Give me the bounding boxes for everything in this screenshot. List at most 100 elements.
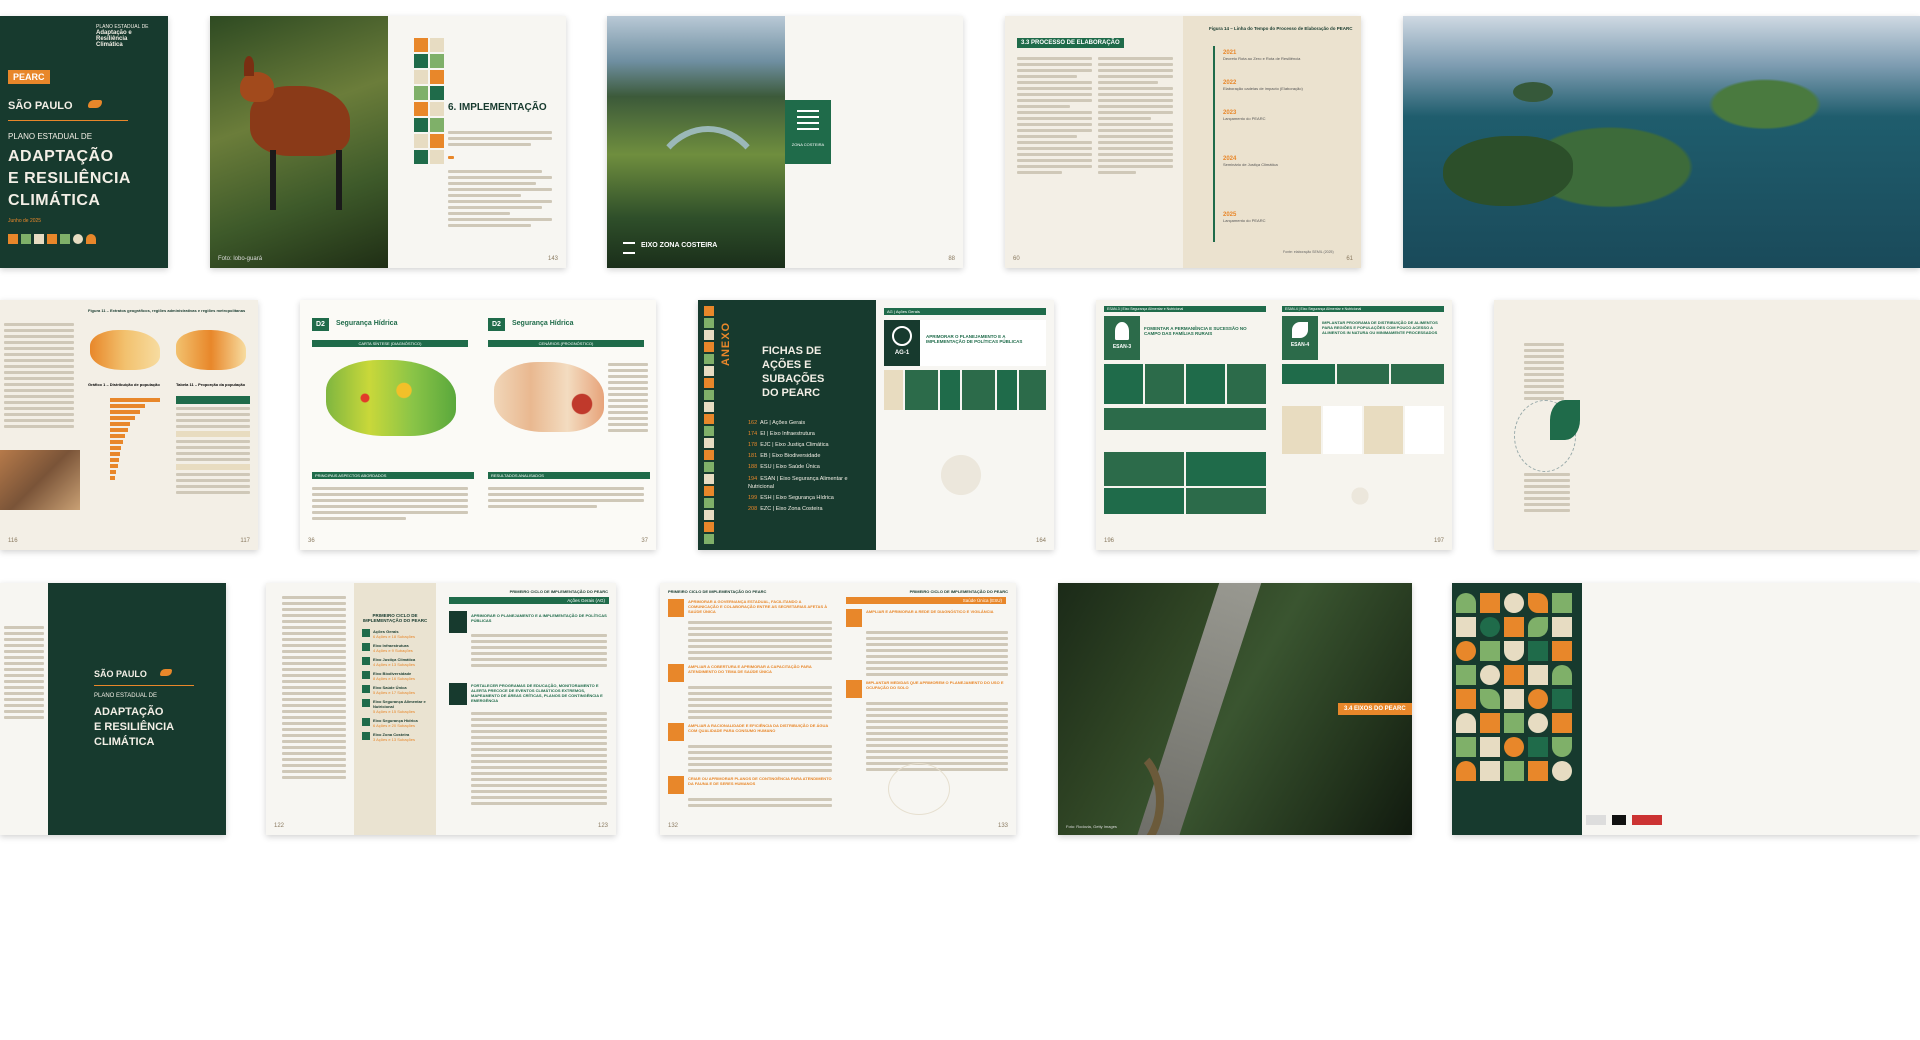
text-columns [1017, 54, 1173, 177]
left-map-title: CARTA SÍNTESE (DIAGNÓSTICO) [312, 340, 468, 347]
toc-item[interactable]: 178 EJC | Eixo Justiça Climática [748, 440, 872, 451]
ag2-subactions [471, 709, 607, 808]
zone-label: ZONA COSTEIRA [791, 142, 825, 147]
esan3-grid [1104, 364, 1266, 404]
esu-icon [668, 599, 684, 617]
toc-item[interactable]: 181 EB | Eixo Biodiversidade [748, 451, 872, 462]
esu-icon [668, 664, 684, 682]
page-number-left: 122 [274, 823, 285, 829]
bar-chart [110, 396, 160, 482]
esan4-icon-box: ESAN-4 [1282, 316, 1318, 360]
photo-credit: Foto: Rodovia, Getty Images [1066, 824, 1117, 829]
left-aspects-heading: PRINCIPAIS ASPECTOS ABORDADOS [312, 472, 474, 479]
diagram-leaf [1550, 400, 1580, 440]
cover-title: ADAPTAÇÃO E RESILIÊNCIA CLIMÁTICA [8, 148, 131, 209]
d2-title: Segurança Hídrica [336, 320, 398, 327]
sp-map-1 [90, 330, 160, 370]
cycle-item[interactable]: Eixo Zona Costeira 3 Ações e 13 Subações [362, 732, 428, 742]
esu-items-left: APRIMORAR A GOVERNANÇA ESTADUAL, FACILIT… [668, 599, 832, 810]
esan3-row2 [1104, 408, 1266, 430]
river-shape [1078, 743, 1164, 835]
back-state-mark [160, 669, 172, 676]
anexo-title: FICHAS DE AÇÕES E SUBAÇÕES DO PEARC [762, 345, 825, 399]
circle-watermark [888, 763, 950, 815]
spread-island-photo[interactable] [1403, 16, 1920, 268]
cover-logo: PLANO ESTADUAL DE Adaptação e Resiliênci… [96, 24, 149, 48]
right-map-title: CENÁRIOS (PROGNÓSTICO) [488, 340, 644, 347]
esan4-header: ESAN-4 | Eixo Segurança Alimentar e Nutr… [1282, 306, 1444, 312]
eixo-title: EIXO ZONA COSTEIRA [641, 242, 718, 249]
spread-esan-fichas[interactable]: ESAN-3 | Eixo Segurança Alimentar e Nutr… [1096, 300, 1452, 550]
spread-eixos-photo[interactable]: 3.4 EIXOS DO PEARC Foto: Rodovia, Getty … [1058, 583, 1412, 835]
spread-seguranca-hidrica[interactable]: D2 Segurança Hídrica CARTA SÍNTESE (DIAG… [300, 300, 656, 550]
figure-caption: Figura 14 – Linha do Tempo do Processo d… [1209, 26, 1353, 31]
spread-saude-unica[interactable]: PRIMEIRO CICLO DE IMPLEMENTAÇÃO DO PEARC… [660, 583, 1016, 835]
spread-zona-costeira[interactable]: EIXO ZONA COSTEIRA ZONA COSTEIRA 88 [607, 16, 963, 268]
figure-title: Figura 11 – Extratos geográficos, regiõe… [88, 308, 246, 313]
section-title: 6. IMPLEMENTAÇÃO [448, 102, 547, 113]
wolf-photo: Foto: lobo-guará [210, 16, 388, 268]
spread-mapas-populacao[interactable]: 116 Figura 11 – Extratos geográficos, re… [0, 300, 258, 550]
diagram-text-left [1524, 340, 1564, 403]
chart-title: Gráfico 1 – Distribuição de população [88, 382, 160, 387]
d2-badge-right: D2 [488, 318, 505, 331]
table-title: Tabela 11 – Proporção da população [176, 382, 246, 387]
back-subtitle: PLANO ESTADUAL DE [94, 693, 158, 699]
farmer-icon [1115, 322, 1129, 340]
data-table [176, 396, 250, 497]
esu-icon [846, 680, 862, 698]
cover-state: SÃO PAULO [8, 100, 73, 112]
cycle-item[interactable]: Eixo Infraestrutura 4 Ações e 9 Subações [362, 643, 428, 653]
page-number-left: 116 [8, 538, 18, 544]
spread-anexo-fichas[interactable]: ANEXO FICHAS DE AÇÕES E SUBAÇÕES DO PEARC 1… [698, 300, 1054, 550]
page-number: 143 [547, 256, 558, 262]
toc-item[interactable]: 188 ESU | Eixo Saúde Única [748, 462, 872, 473]
esu-icon [846, 609, 862, 627]
page-number: 164 [1035, 538, 1046, 544]
photo-credit: Foto: lobo-guará [218, 256, 263, 262]
map-legend [608, 360, 648, 435]
cycle-item[interactable]: Ações Gerais 6 Ações e 18 Subações [362, 629, 428, 639]
spread-processo[interactable]: 3.3 PROCESSO DE ELABORAÇÃO 60 Figura 14 … [1005, 16, 1361, 268]
wolf-legs [270, 150, 342, 210]
cover-state-mark [88, 100, 102, 108]
spread-primeiro-ciclo-ag[interactable]: PRIMEIRO CICLO DE IMPLEMENTAÇÃO DO PEARC… [266, 583, 616, 835]
spread-pattern-back[interactable] [1452, 583, 1920, 835]
cycle-item[interactable]: Eixo Segurança Hídrica 6 Ações e 20 Subaç… [362, 718, 428, 728]
page-number-right: 197 [1433, 538, 1444, 544]
page-number-right: 37 [641, 538, 648, 544]
small-island [1513, 82, 1553, 102]
cycle-item[interactable]: Eixo Segurança Alimentar e Nutricional 5 … [362, 699, 428, 714]
d2-badge: D2 [312, 318, 329, 331]
body-text [448, 128, 552, 230]
spread-diagram-partial[interactable] [1494, 300, 1920, 550]
page-number-left: 132 [668, 823, 679, 829]
prognostic-map [494, 362, 604, 432]
cycle-item[interactable]: Eixo Saúde Única 5 Ações e 17 Subações [362, 685, 428, 695]
cycle-item[interactable]: Eixo Justiça Climática 4 Ações e 13 Subaç… [362, 657, 428, 667]
right-results-text [488, 484, 644, 511]
diagram-text-bottom [1524, 470, 1570, 515]
esan4-row2 [1282, 406, 1444, 454]
toc-item[interactable]: 162 AG | Ações Gerais [748, 418, 872, 429]
ag1-card: AG-1 APRIMORAR O PLANEJAMENTO E A IMPLEM… [884, 320, 1046, 366]
toc-item[interactable]: 208 EZC | Eixo Zona Costeira [748, 504, 872, 515]
spread-back-cover[interactable]: SÃO PAULO PLANO ESTADUAL DE ADAPTAÇÃO E R… [0, 583, 226, 835]
target-icon [892, 326, 912, 346]
cover-badge: PEARC [8, 70, 50, 84]
back-rule [94, 685, 194, 686]
cycle-item[interactable]: Eixo Biodiversidade 8 Ações e 16 Subações [362, 671, 428, 681]
right-results-heading: RESULTADOS ANALISADOS [488, 472, 650, 479]
page-number-right: 61 [1346, 256, 1353, 262]
wolf-ear [244, 56, 254, 76]
d2-title-right: Segurança Hídrica [512, 320, 574, 327]
cover-page[interactable]: PLANO ESTADUAL DE Adaptação e Resiliênci… [0, 16, 168, 268]
toc-item[interactable]: 199 ESH | Eixo Segurança Hídrica [748, 493, 872, 504]
cover-subtitle: PLANO ESTADUAL DE [8, 132, 93, 141]
ag1-icon [449, 611, 467, 633]
toc-item[interactable]: 174 EI | Eixo Infraestrutura [748, 429, 872, 440]
cycle-title: PRIMEIRO CICLO DE IMPLEMENTAÇÃO DO PEARC [362, 613, 428, 623]
spread-implementacao[interactable]: Foto: lobo-guará 6. IMPLEMENTAÇÃO 143 [210, 16, 566, 268]
toc-item[interactable]: 194 ESAN | Eixo Segurança Alimentar e Nu… [748, 475, 872, 491]
pattern-column [414, 38, 444, 164]
